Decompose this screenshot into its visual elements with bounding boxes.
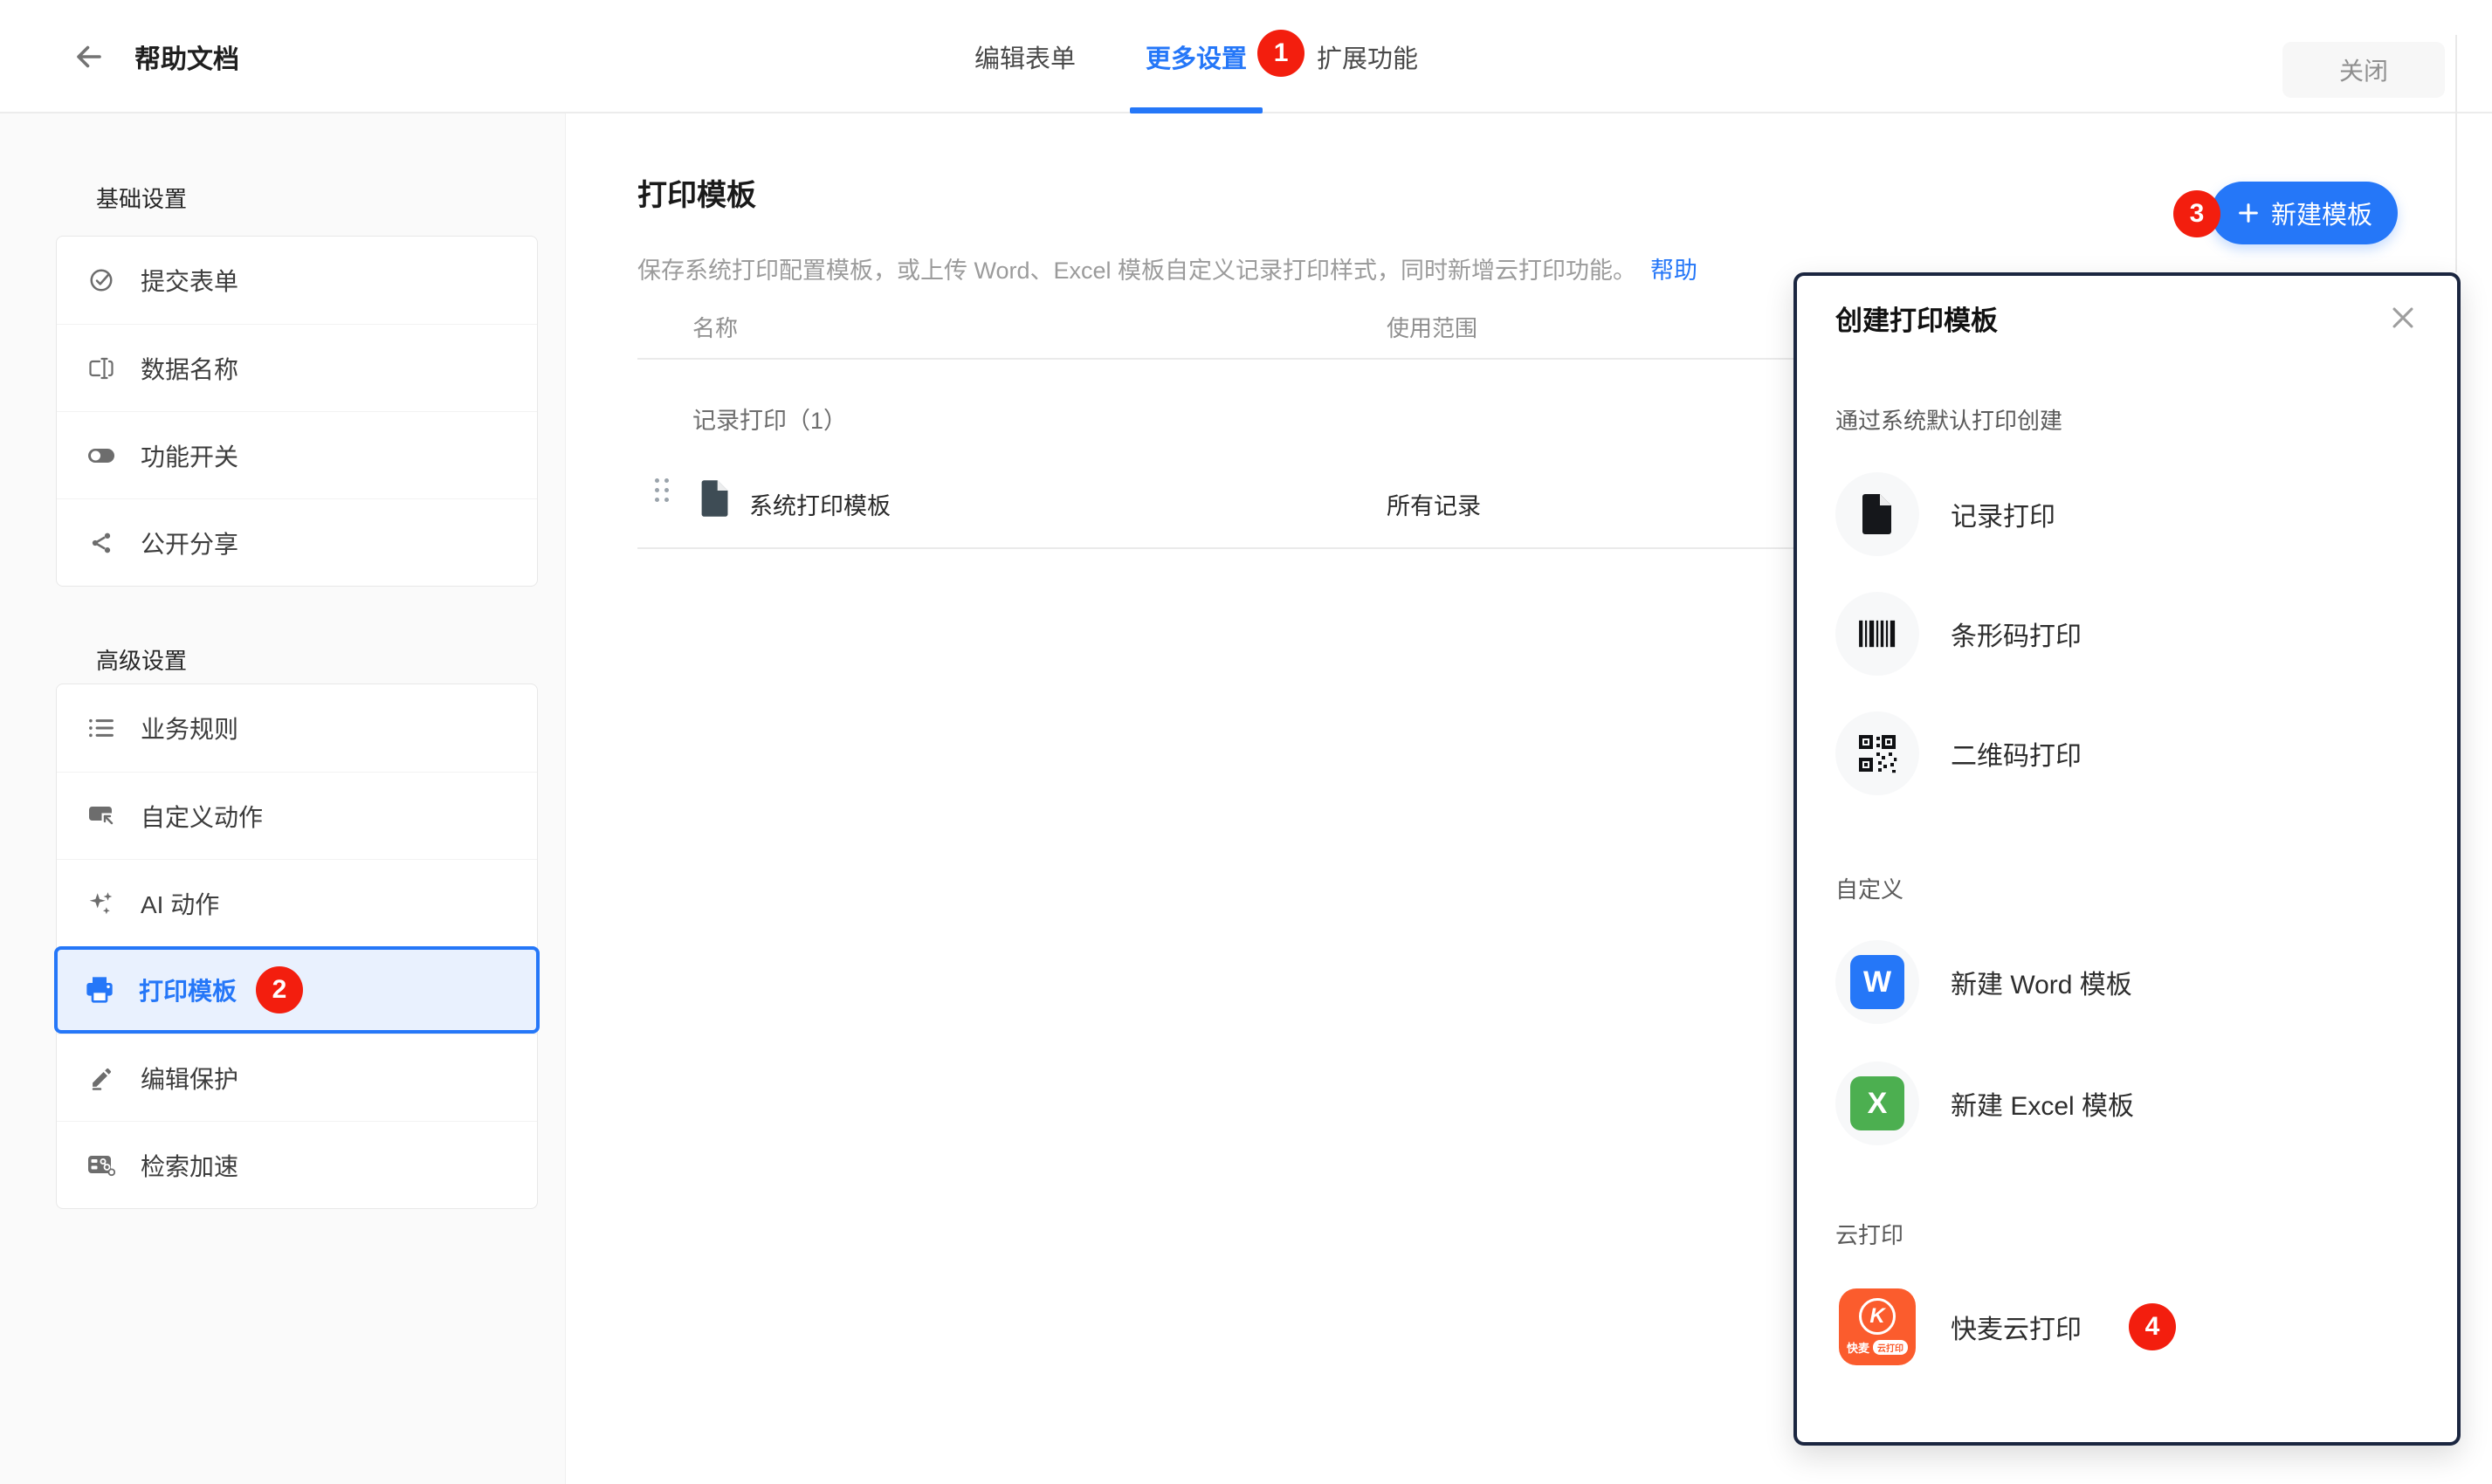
table-header-divider bbox=[637, 358, 1795, 360]
table-header-scope: 使用范围 bbox=[1387, 311, 1477, 343]
table-header-name: 名称 bbox=[692, 311, 738, 343]
word-icon: W bbox=[1850, 955, 1904, 1009]
pencil-icon bbox=[86, 1066, 116, 1090]
custom-action-icon bbox=[86, 804, 116, 828]
plus-icon bbox=[2236, 201, 2261, 225]
sidebar-card-basic: 提交表单 数据名称 功能开关 公开分享 bbox=[56, 236, 538, 587]
qrcode-icon bbox=[1857, 733, 1897, 773]
check-circle-icon bbox=[86, 267, 116, 293]
back-arrow-icon[interactable] bbox=[73, 41, 105, 72]
sidebar-item-business-rules[interactable]: 业务规则 bbox=[57, 684, 537, 772]
template-name: 系统打印模板 bbox=[749, 487, 891, 521]
list-icon bbox=[86, 717, 116, 739]
create-template-modal: 创建打印模板 通过系统默认打印创建 记录打印 条形码打印 二维码打印 自定义 bbox=[1793, 272, 2461, 1446]
toggle-icon bbox=[86, 447, 116, 464]
template-scope: 所有记录 bbox=[1387, 487, 1481, 521]
modal-item-kuaimai-cloud-print[interactable]: K 快麦 云打印 快麦云打印 4 bbox=[1835, 1285, 2176, 1369]
topbar: 帮助文档 编辑表单 更多设置 1 扩展功能 关闭 bbox=[0, 0, 2492, 113]
sidebar-item-public-share[interactable]: 公开分享 bbox=[57, 498, 537, 586]
sidebar-item-print-template[interactable]: 打印模板 2 bbox=[54, 946, 540, 1034]
modal-section-cloud-print: 云打印 bbox=[1835, 1218, 1903, 1250]
modal-item-barcode-print[interactable]: 条形码打印 bbox=[1835, 592, 2082, 676]
excel-icon: X bbox=[1850, 1076, 1904, 1130]
sidebar-item-submit-form[interactable]: 提交表单 bbox=[57, 237, 537, 324]
page-title: 打印模板 bbox=[637, 171, 756, 214]
step-badge-2: 2 bbox=[256, 966, 303, 1013]
modal-section-system-default: 通过系统默认打印创建 bbox=[1835, 403, 2062, 436]
drag-handle-icon[interactable] bbox=[655, 478, 669, 502]
settings-sidebar: 基础设置 提交表单 数据名称 功能开关 公开分享 高级设置 bbox=[0, 113, 566, 1484]
sidebar-section-advanced: 高级设置 bbox=[96, 643, 187, 676]
help-link[interactable]: 帮助 bbox=[1650, 258, 1697, 284]
modal-item-record-print[interactable]: 记录打印 bbox=[1835, 472, 2055, 556]
modal-title: 创建打印模板 bbox=[1835, 299, 1998, 338]
kuaimai-icon: K 快麦 云打印 bbox=[1839, 1288, 1916, 1365]
tab-extensions[interactable]: 扩展功能 bbox=[1317, 0, 1418, 113]
step-badge-4: 4 bbox=[2129, 1303, 2176, 1350]
sidebar-card-advanced: 业务规则 自定义动作 AI 动作 打印模板 2 编辑保护 bbox=[56, 684, 538, 1209]
page-description: 保存系统打印配置模板，或上传 Word、Excel 模板自定义记录打印样式，同时… bbox=[637, 251, 1697, 285]
document-icon bbox=[699, 478, 732, 523]
step-badge-3: 3 bbox=[2173, 190, 2220, 237]
topbar-left: 帮助文档 bbox=[73, 0, 239, 113]
sidebar-item-index-accelerate[interactable]: 检索加速 bbox=[57, 1121, 537, 1208]
modal-item-word-template[interactable]: W 新建 Word 模板 bbox=[1835, 940, 2132, 1024]
table-group-label: 记录打印（1） bbox=[692, 402, 847, 436]
share-icon bbox=[86, 531, 116, 555]
close-button[interactable]: 关闭 bbox=[2282, 42, 2445, 98]
modal-item-qrcode-print[interactable]: 二维码打印 bbox=[1835, 711, 2082, 795]
sidebar-item-edit-protection[interactable]: 编辑保护 bbox=[57, 1034, 537, 1121]
tab-more-settings[interactable]: 更多设置 1 bbox=[1146, 0, 1247, 113]
document-icon bbox=[1859, 492, 1896, 536]
tab-edit-form[interactable]: 编辑表单 bbox=[974, 0, 1076, 113]
step-badge-1: 1 bbox=[1257, 30, 1305, 77]
printer-icon bbox=[85, 977, 114, 1003]
new-template-button[interactable]: 新建模板 bbox=[2211, 182, 2398, 244]
index-accelerate-icon bbox=[86, 1154, 116, 1177]
modal-close-icon[interactable] bbox=[2384, 299, 2422, 337]
sidebar-item-data-name[interactable]: 数据名称 bbox=[57, 324, 537, 411]
modal-item-excel-template[interactable]: X 新建 Excel 模板 bbox=[1835, 1061, 2134, 1145]
modal-section-custom: 自定义 bbox=[1835, 872, 1903, 904]
sidebar-item-feature-switch[interactable]: 功能开关 bbox=[57, 411, 537, 498]
sparkles-icon bbox=[86, 890, 116, 917]
content-edge-divider bbox=[2455, 35, 2457, 272]
page-header-title: 帮助文档 bbox=[134, 38, 239, 76]
table-row[interactable]: 系统打印模板 所有记录 bbox=[637, 454, 1795, 546]
sidebar-item-ai-action[interactable]: AI 动作 bbox=[57, 859, 537, 946]
sidebar-item-custom-action[interactable]: 自定义动作 bbox=[57, 772, 537, 859]
sidebar-section-basic: 基础设置 bbox=[96, 182, 187, 214]
tab-bar: 编辑表单 更多设置 1 扩展功能 bbox=[974, 0, 1418, 113]
active-tab-underline bbox=[1130, 107, 1263, 113]
table-row-divider bbox=[637, 547, 1795, 549]
barcode-icon bbox=[1857, 617, 1897, 650]
rename-icon bbox=[86, 357, 116, 380]
